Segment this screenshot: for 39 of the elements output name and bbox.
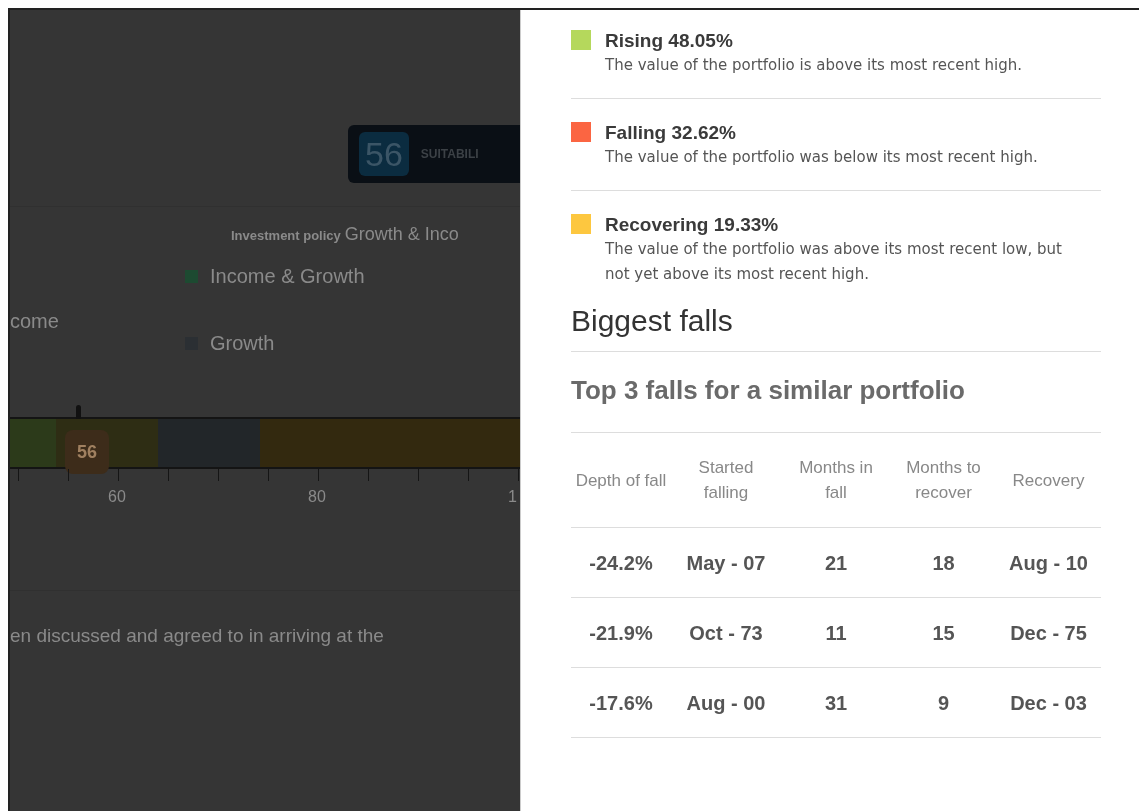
marker-pin-icon <box>76 405 81 419</box>
table-cell-text: Aug - 00 <box>685 690 767 716</box>
table-cell-text: May - 07 <box>685 550 767 576</box>
column-header: Depth of fall <box>575 469 667 492</box>
section-title: Biggest falls <box>571 301 1101 352</box>
column-header: Recovery <box>1012 469 1085 492</box>
state-title: Falling 32.62% <box>605 121 737 145</box>
table-cell-text: -24.2% <box>588 550 654 576</box>
state-description: The value of the portfolio was above its most recent low, but not yet above its most recent high. <box>605 239 1063 285</box>
legend-label: come <box>10 309 59 334</box>
tick-label: 80 <box>308 487 326 507</box>
table-cell-text: 9 <box>936 690 951 716</box>
state-title: Recovering 19.33% <box>605 213 780 237</box>
legend-label: Income & Growth <box>210 264 365 289</box>
note-text: en discussed and agreed to in arriving at the <box>10 624 384 648</box>
table-cell-text: Aug - 10 <box>1008 550 1089 576</box>
column-header: Months in fall <box>798 457 874 504</box>
state-description: The value of the portfolio is above its most recent high. <box>605 55 1024 76</box>
tick-label: 60 <box>108 487 126 507</box>
table-cell-text: 11 <box>824 620 848 646</box>
policy-label: Investment policy <box>231 227 341 245</box>
table-cell-text: Oct - 73 <box>688 620 764 646</box>
state-description: The value of the portfolio was below its most recent high. <box>605 147 1039 168</box>
table-cell-text: 15 <box>931 620 956 646</box>
table-title: Top 3 falls for a similar portfolio <box>571 352 1101 433</box>
table-cell-text: Dec - 03 <box>1009 690 1088 716</box>
legend-label: Growth <box>210 331 275 356</box>
column-header: Months to recover <box>905 457 982 504</box>
tick-label: 1 <box>508 487 517 507</box>
table-cell-text: -17.6% <box>588 690 654 716</box>
table-cell-text: 31 <box>823 690 849 716</box>
column-header: Started falling <box>697 457 755 504</box>
policy-value: Growth & Inco <box>344 223 459 246</box>
score-marker: 56 <box>65 430 109 474</box>
table-cell-text: Dec - 75 <box>1009 620 1088 646</box>
table-cell-text: -21.9% <box>588 620 654 646</box>
table-cell-text: 21 <box>823 550 849 576</box>
state-title: Rising 48.05% <box>605 29 734 53</box>
table-cell-text: 18 <box>931 550 956 576</box>
